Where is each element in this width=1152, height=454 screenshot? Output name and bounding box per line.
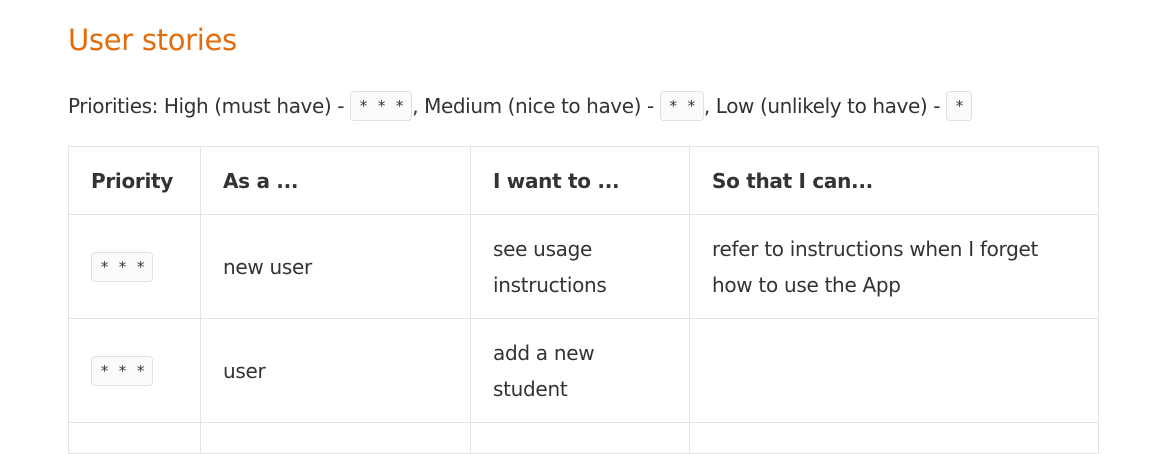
header-i-want-to: I want to ...	[470, 146, 690, 215]
table-row: * * * user add a new student	[68, 318, 1099, 423]
table-row-partial	[68, 422, 1099, 454]
empty-cell	[200, 422, 471, 454]
section-heading: User stories	[68, 23, 237, 57]
user-stories-table: Priority As a ... I want to ... So that …	[68, 146, 1099, 454]
want-cell: add a new student	[470, 318, 690, 423]
priority-code: * * *	[91, 355, 154, 386]
header-so-that-i-can: So that I can...	[689, 146, 1099, 215]
header-as-a: As a ...	[200, 146, 471, 215]
empty-cell	[68, 422, 201, 454]
priority-medium-code: * *	[659, 91, 704, 121]
priority-low-code: *	[945, 91, 973, 121]
benefit-cell	[689, 318, 1099, 423]
header-priority: Priority	[68, 146, 201, 215]
priorities-low-text: , Low (unlikely to have) -	[703, 94, 946, 118]
priority-cell: * * *	[68, 214, 201, 319]
empty-cell	[689, 422, 1099, 454]
empty-cell	[470, 422, 690, 454]
table-row: * * * new user see usage instructions re…	[68, 214, 1099, 319]
priority-code: * * *	[91, 251, 154, 282]
role-cell: user	[200, 318, 471, 423]
priority-cell: * * *	[68, 318, 201, 423]
priorities-medium-text: , Medium (nice to have) -	[412, 94, 660, 118]
table-header-row: Priority As a ... I want to ... So that …	[68, 146, 1099, 215]
role-cell: new user	[200, 214, 471, 319]
priority-high-code: * * *	[350, 91, 413, 121]
priorities-legend: Priorities: High (must have) - * * *, Me…	[68, 88, 973, 124]
want-cell: see usage instructions	[470, 214, 690, 319]
benefit-cell: refer to instructions when I forget how …	[689, 214, 1099, 319]
priorities-lead-text: Priorities: High (must have) -	[68, 94, 351, 118]
